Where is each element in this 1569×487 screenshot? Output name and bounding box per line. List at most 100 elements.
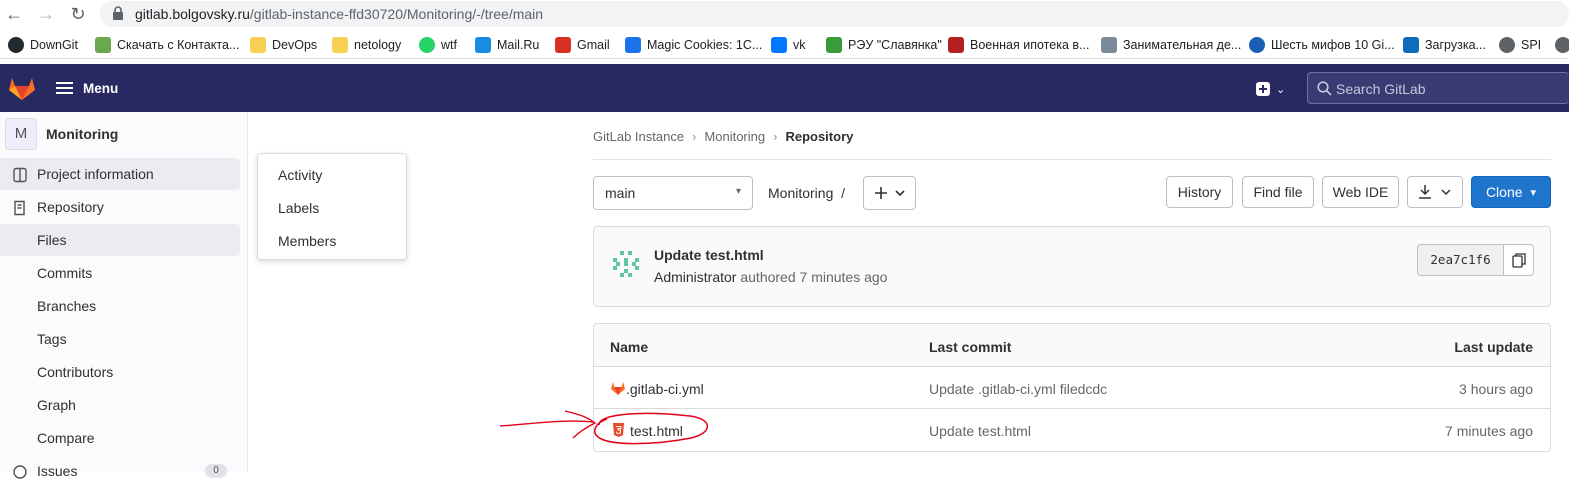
sidebar-item-label: Tags xyxy=(37,331,67,347)
sidebar-project-header[interactable]: M Monitoring xyxy=(5,118,118,150)
web-ide-button[interactable]: Web IDE xyxy=(1322,176,1399,208)
bookmark-label: netology xyxy=(354,38,402,52)
last-commit-message[interactable]: Update test.html xyxy=(929,423,1031,439)
sidebar-item-label: Contributors xyxy=(37,364,114,380)
bookmark-label: DownGit xyxy=(30,38,78,52)
bookmark-downgit[interactable]: DownGit xyxy=(8,36,78,54)
github-icon xyxy=(8,37,24,53)
menu-button[interactable]: Menu xyxy=(56,78,118,98)
forward-arrow-icon[interactable]: → xyxy=(36,4,56,24)
bookmark-mortgage[interactable]: Военная ипотека в... xyxy=(948,36,1089,54)
browser-toolbar: ← → ↻ gitlab.bolgovsky.ru/gitlab-instanc… xyxy=(0,0,1569,28)
copy-sha-button[interactable] xyxy=(1503,244,1534,276)
find-file-button[interactable]: Find file xyxy=(1242,176,1314,208)
download-button[interactable] xyxy=(1407,176,1463,208)
divider xyxy=(593,159,1551,160)
sidebar-item-commits[interactable]: Commits xyxy=(0,257,240,289)
mailru-icon xyxy=(475,37,491,53)
bookmark-label: Mail.Ru xyxy=(497,38,540,52)
plus-square-icon xyxy=(1256,82,1270,96)
search-input[interactable]: Search GitLab xyxy=(1307,72,1569,104)
chevron-down-icon: ▾ xyxy=(735,186,741,197)
bookmark-label: Военная ипотека в... xyxy=(970,38,1090,52)
folder-icon xyxy=(250,37,266,53)
html5-icon xyxy=(613,423,624,437)
breadcrumb-item[interactable]: GitLab Instance xyxy=(593,129,684,144)
bookmark-label: DevOps xyxy=(272,38,318,52)
chevron-down-icon: ▾ xyxy=(1530,186,1537,199)
bookmark-myths[interactable]: Шесть мифов 10 Gi... xyxy=(1249,36,1395,54)
breadcrumb-item[interactable]: Monitoring xyxy=(704,129,765,144)
whatsapp-icon xyxy=(419,37,435,53)
sidebar-item-label: Compare xyxy=(37,430,95,446)
address-bar[interactable]: gitlab.bolgovsky.ru/gitlab-instance-ffd3… xyxy=(100,1,1569,27)
bookmark-netology[interactable]: netology xyxy=(332,36,401,54)
table-row[interactable]: test.html Update test.html 7 minutes ago xyxy=(594,409,1550,451)
sidebar-item-files[interactable]: Files xyxy=(0,224,240,256)
bookmark-label: SPI xyxy=(1521,38,1542,52)
url-text: gitlab.bolgovsky.ru/gitlab-instance-ffd3… xyxy=(135,6,544,22)
sidebar-item-contributors[interactable]: Contributors xyxy=(0,356,240,388)
sidebar-item-graph[interactable]: Graph xyxy=(0,389,240,421)
last-commit-panel: Update test.html Administrator authored … xyxy=(593,226,1551,307)
gitlab-icon xyxy=(611,382,625,395)
repository-icon xyxy=(14,200,25,216)
bookmark-label: Gmail xyxy=(577,38,610,52)
sidebar-item-project-information[interactable]: Project information xyxy=(0,158,240,190)
file-name[interactable]: test.html xyxy=(630,423,683,439)
bookmark-overflow[interactable] xyxy=(1555,36,1569,54)
bookmark-vk[interactable]: vk xyxy=(771,36,806,54)
flyout-item-members[interactable]: Members xyxy=(278,233,336,249)
sidebar-item-issues[interactable]: Issues 0 xyxy=(0,455,240,487)
breadcrumb: GitLab Instance › Monitoring › Repositor… xyxy=(593,129,853,144)
breadcrumb-chevron-icon: › xyxy=(692,129,697,144)
add-to-tree-button[interactable] xyxy=(863,176,916,210)
bookmarks-bar: DownGit Скачать с Контакта... DevOps net… xyxy=(0,31,1569,59)
globe-icon xyxy=(1249,37,1265,53)
last-update-time: 7 minutes ago xyxy=(1445,423,1533,439)
bookmark-magic-cookies[interactable]: Magic Cookies: 1C... xyxy=(625,36,762,54)
bookmark-reu[interactable]: РЭУ "Славянка" xyxy=(826,36,942,54)
sidebar-item-tags[interactable]: Tags xyxy=(0,323,240,355)
user-identicon-avatar[interactable] xyxy=(611,249,641,279)
gitlab-logo-icon[interactable] xyxy=(8,75,36,101)
bookmark-gmail[interactable]: Gmail xyxy=(555,36,610,54)
bookmark-label: Скачать с Контакта... xyxy=(117,38,240,52)
bookmark-wtf[interactable]: wtf xyxy=(419,36,457,54)
sidebar-item-compare[interactable]: Compare xyxy=(0,422,240,454)
reload-icon[interactable]: ↻ xyxy=(68,4,88,24)
sidebar-item-branches[interactable]: Branches xyxy=(0,290,240,322)
project-info-icon xyxy=(13,167,27,183)
clone-label: Clone xyxy=(1485,184,1523,200)
bookmark-label: Шесть мифов 10 Gi... xyxy=(1271,38,1395,52)
table-row[interactable]: .gitlab-ci.yml Update .gitlab-ci.yml fil… xyxy=(594,367,1550,409)
bookmark-spi[interactable]: SPI xyxy=(1499,36,1541,54)
back-arrow-icon[interactable]: ← xyxy=(4,4,24,24)
globe-icon xyxy=(1555,37,1569,53)
table-header: Name Last commit Last update xyxy=(594,324,1550,367)
commit-sha[interactable]: 2ea7c1f6 xyxy=(1417,244,1503,276)
bookmark-loading[interactable]: Загрузка... xyxy=(1403,36,1486,54)
bookmark-mailru[interactable]: Mail.Ru xyxy=(475,36,539,54)
history-button[interactable]: History xyxy=(1166,176,1233,208)
outlook-icon xyxy=(1403,37,1419,53)
commit-author[interactable]: Administrator xyxy=(654,269,736,285)
commit-title[interactable]: Update test.html xyxy=(654,247,764,263)
flyout-item-labels[interactable]: Labels xyxy=(278,200,319,216)
bookmark-devops[interactable]: DevOps xyxy=(250,36,317,54)
branch-selector[interactable]: main ▾ xyxy=(593,176,753,210)
new-dropdown-button[interactable]: ⌄ xyxy=(1256,80,1296,98)
sidebar-item-label: Project information xyxy=(37,166,154,182)
file-name[interactable]: .gitlab-ci.yml xyxy=(626,381,704,397)
bookmark-download-vk[interactable]: Скачать с Контакта... xyxy=(95,36,239,54)
menu-label: Menu xyxy=(83,80,119,96)
column-last-commit-header: Last commit xyxy=(929,339,1012,355)
flyout-item-activity[interactable]: Activity xyxy=(278,167,322,183)
bookmark-zanimatelnaya[interactable]: Занимательная де... xyxy=(1101,36,1241,54)
branch-name: main xyxy=(605,185,636,201)
last-commit-message[interactable]: Update .gitlab-ci.yml filedcdc xyxy=(929,381,1107,397)
sidebar-item-label: Graph xyxy=(37,397,76,413)
sidebar-item-repository[interactable]: Repository xyxy=(0,191,240,223)
clone-button[interactable]: Clone ▾ xyxy=(1471,176,1551,208)
breadcrumb-current[interactable]: Repository xyxy=(785,129,853,144)
